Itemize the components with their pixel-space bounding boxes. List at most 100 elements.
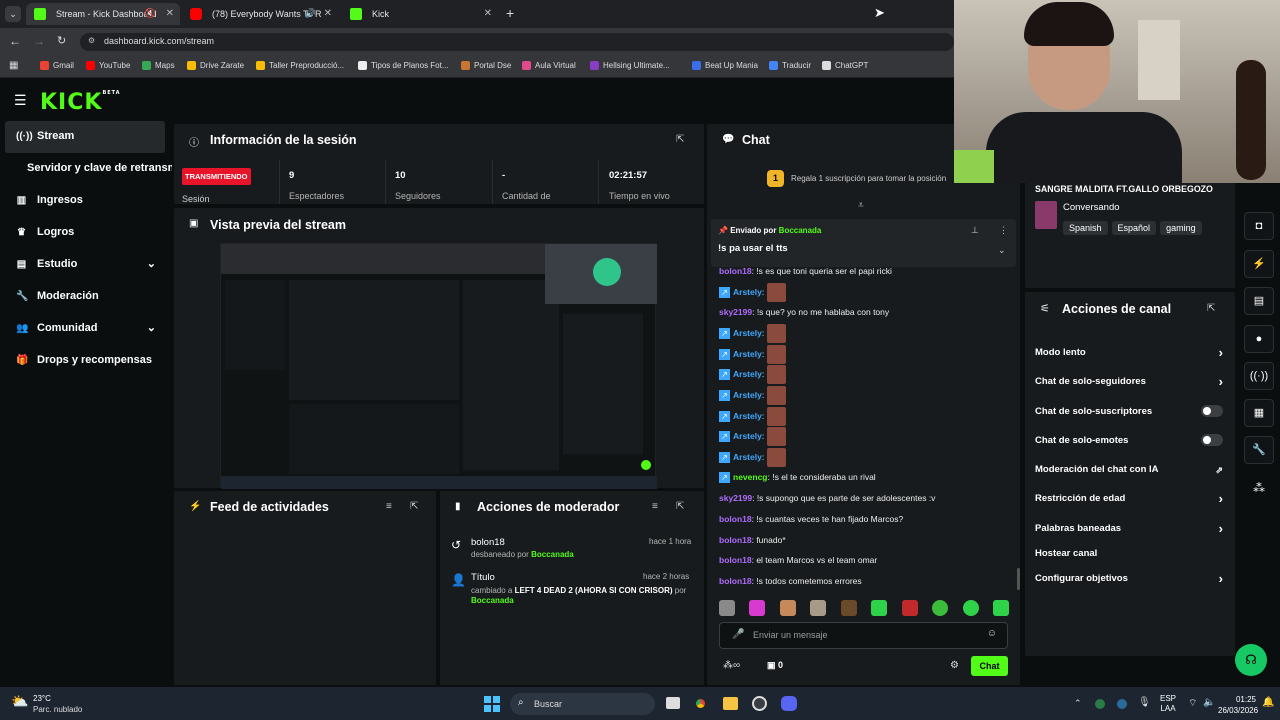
mod-action-user[interactable]: bolon18 bbox=[471, 537, 505, 548]
chat-user[interactable]: Arstely bbox=[733, 369, 762, 379]
support-button[interactable]: ☊ bbox=[1235, 644, 1267, 676]
close-tab-icon[interactable]: ✕ bbox=[484, 8, 492, 19]
obs-taskbar-icon[interactable] bbox=[752, 696, 767, 711]
gift-sub-promo[interactable]: Regala 1 suscripción para tomar la posic… bbox=[791, 174, 946, 183]
rail-more-icon[interactable]: ⁂ bbox=[1253, 481, 1265, 495]
task-view-icon[interactable] bbox=[666, 697, 680, 709]
apps-icon[interactable]: ▦ bbox=[9, 60, 18, 71]
rail-chat-button[interactable]: ● bbox=[1244, 325, 1274, 353]
rail-document-button[interactable]: ▤ bbox=[1244, 287, 1274, 315]
action-by[interactable]: Boccanada bbox=[531, 550, 574, 559]
site-info-icon[interactable]: ⚙ bbox=[88, 36, 95, 45]
sidebar-item-logros[interactable]: ♛ Logros bbox=[16, 226, 74, 238]
bookmark-traducir[interactable]: Traducir bbox=[769, 61, 811, 70]
mic-tray-icon[interactable]: 🎙 bbox=[1138, 697, 1151, 708]
action-by[interactable]: Boccanada bbox=[471, 596, 514, 605]
url-bar[interactable]: ⚙ dashboard.kick.com/stream bbox=[80, 33, 954, 51]
emoji-icon[interactable]: ☺ bbox=[987, 628, 997, 639]
tag[interactable]: Español bbox=[1111, 221, 1157, 235]
emote-blob-icon[interactable] bbox=[962, 600, 979, 616]
bookmark-taller[interactable]: Taller Preproducció... bbox=[256, 61, 344, 70]
tray-app-icon[interactable] bbox=[1117, 699, 1127, 709]
chat-user[interactable]: Arstely bbox=[733, 328, 762, 338]
sidebar-item-servidor[interactable]: Servidor y clave de retransm bbox=[27, 162, 172, 174]
stream-preview-video[interactable] bbox=[220, 243, 657, 489]
taskbar-search[interactable]: ⌕ Buscar bbox=[510, 693, 655, 715]
tab-search-button[interactable]: ⌄ bbox=[5, 6, 21, 22]
action-ai-moderation[interactable]: Moderación del chat con IA ⇗ bbox=[1035, 464, 1223, 475]
chat-scrollbar[interactable] bbox=[1017, 568, 1020, 590]
chat-send-button[interactable]: Chat bbox=[971, 656, 1008, 676]
tray-app-icon[interactable] bbox=[1095, 699, 1105, 709]
sidebar-item-comunidad[interactable]: 👥 Comunidad ⌄ bbox=[16, 322, 156, 334]
gift-sub-badge[interactable]: 1 bbox=[767, 170, 784, 187]
rail-broadcast-button[interactable]: ((·)) bbox=[1244, 362, 1274, 390]
chat-user[interactable]: bolon18 bbox=[719, 576, 752, 586]
tag[interactable]: gaming bbox=[1160, 221, 1202, 235]
chat-user[interactable]: bolon18 bbox=[719, 535, 752, 545]
bookmark-gmail[interactable]: Gmail bbox=[40, 61, 74, 70]
wifi-icon[interactable]: ⌔ bbox=[1188, 697, 1197, 710]
tab-stream-dashboard[interactable]: Stream - Kick Dashboard 🔇 ✕ bbox=[26, 3, 180, 25]
emote-star-icon[interactable] bbox=[992, 600, 1009, 616]
explorer-taskbar-icon[interactable] bbox=[723, 697, 738, 710]
action-age-restriction[interactable]: Restricción de edad › bbox=[1035, 491, 1223, 506]
filter-icon[interactable]: ≡ bbox=[386, 501, 392, 512]
action-configure-goals[interactable]: Configurar objetivos › bbox=[1035, 571, 1223, 586]
mute-icon[interactable]: 🔇 bbox=[145, 8, 156, 19]
close-tab-icon[interactable]: ✕ bbox=[166, 8, 174, 19]
mic-icon[interactable]: 🎤 bbox=[732, 629, 744, 640]
popout-icon[interactable]: ⇱ bbox=[1207, 303, 1215, 314]
emote-pink-icon[interactable] bbox=[749, 600, 766, 616]
category-thumbnail[interactable] bbox=[1035, 201, 1057, 229]
bookmark-beatup[interactable]: Beat Up Mania bbox=[692, 61, 758, 70]
sidebar-item-ingresos[interactable]: ▥ Ingresos bbox=[16, 194, 83, 206]
pinned-user[interactable]: Boccanada bbox=[779, 226, 822, 235]
start-button[interactable] bbox=[484, 696, 500, 712]
bookmark-planos[interactable]: Tipos de Planos Fot... bbox=[358, 61, 449, 70]
chat-user[interactable]: sky2199 bbox=[719, 493, 752, 503]
rail-camera-button[interactable]: ◘ bbox=[1244, 212, 1274, 240]
tray-chevron-icon[interactable]: ⌃ bbox=[1074, 698, 1082, 709]
chat-user[interactable]: bolon18 bbox=[719, 514, 752, 524]
emote-face-icon[interactable] bbox=[779, 600, 796, 616]
emote-ghost-icon[interactable] bbox=[871, 600, 888, 616]
channel-points[interactable]: ▣ 0 bbox=[767, 660, 783, 671]
emote-dog-icon[interactable] bbox=[810, 600, 827, 616]
subscribers-only-toggle[interactable] bbox=[1201, 405, 1223, 417]
popout-icon[interactable]: ⇱ bbox=[676, 501, 684, 512]
weather-icon[interactable]: ⛅ bbox=[11, 693, 28, 710]
chat-user[interactable]: Arstely bbox=[733, 349, 762, 359]
action-host-channel[interactable]: Hostear canal bbox=[1035, 548, 1223, 559]
action-banned-words[interactable]: Palabras baneadas › bbox=[1035, 521, 1223, 536]
emote-angry-icon[interactable] bbox=[901, 600, 918, 616]
lang-indicator[interactable]: ESP LAA bbox=[1160, 694, 1176, 714]
expand-icon[interactable]: ⌄ bbox=[998, 245, 1006, 256]
audio-icon[interactable]: 🔊 bbox=[305, 8, 316, 19]
bookmark-hellsing[interactable]: Hellsing Ultimate... bbox=[590, 61, 670, 70]
bookmark-portal[interactable]: Portal Dse bbox=[461, 61, 511, 70]
emotes-only-toggle[interactable] bbox=[1201, 434, 1223, 446]
chat-settings-icon[interactable]: ⚙ bbox=[950, 660, 959, 671]
reload-icon[interactable]: ↻ bbox=[57, 34, 66, 47]
emote-spider-icon[interactable] bbox=[840, 600, 857, 616]
filter-icon[interactable]: ≡ bbox=[652, 501, 658, 512]
emote-ball-icon[interactable] bbox=[932, 600, 949, 616]
collapse-icon[interactable]: ⩡ bbox=[858, 200, 864, 211]
rail-slides-button[interactable]: ▦ bbox=[1244, 399, 1274, 427]
bookmark-maps[interactable]: Maps bbox=[142, 61, 175, 70]
chat-user[interactable]: sky2199 bbox=[719, 307, 752, 317]
close-tab-icon[interactable]: ✕ bbox=[324, 8, 332, 19]
action-followers-only[interactable]: Chat de solo-seguidores › bbox=[1035, 374, 1223, 389]
chat-user[interactable]: Arstely bbox=[733, 390, 762, 400]
more-icon[interactable]: ⋮ bbox=[999, 225, 1008, 236]
sidebar-item-drops[interactable]: 🎁 Drops y recompensas bbox=[16, 354, 152, 366]
bookmark-aula[interactable]: Aula Virtual bbox=[522, 61, 576, 70]
chat-user[interactable]: bolon18 bbox=[719, 266, 752, 276]
bookmark-chatgpt[interactable]: ChatGPT bbox=[822, 61, 868, 70]
chat-user[interactable]: Arstely bbox=[733, 287, 762, 297]
back-icon[interactable]: ← bbox=[9, 34, 21, 48]
sidebar-item-estudio[interactable]: ▤ Estudio ⌄ bbox=[16, 258, 156, 270]
kick-logo[interactable]: KICKBETA bbox=[40, 90, 121, 115]
tab-kick[interactable]: Kick ✕ bbox=[342, 3, 498, 25]
